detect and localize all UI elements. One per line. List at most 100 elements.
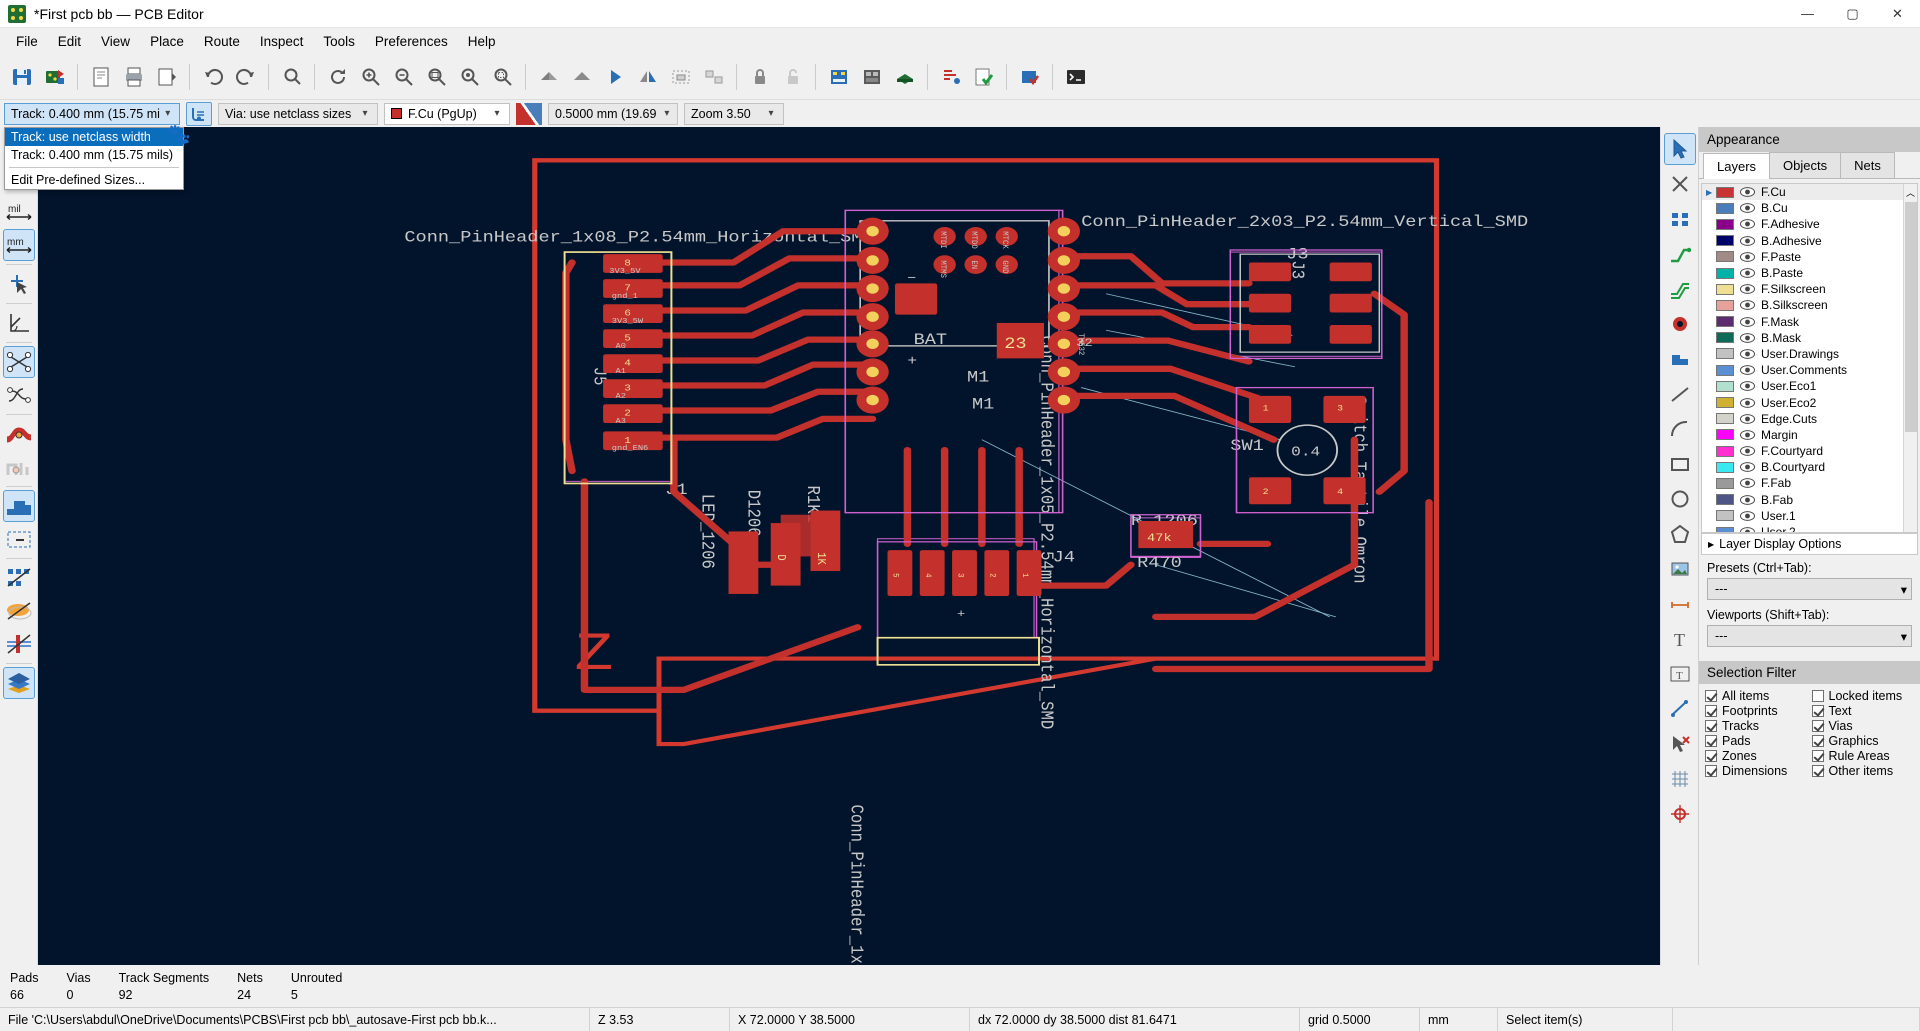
add-textbox-icon[interactable]: T — [1664, 658, 1696, 690]
eye-icon[interactable] — [1740, 430, 1756, 440]
flip-board-icon[interactable] — [533, 61, 564, 92]
add-zone-icon[interactable] — [1664, 343, 1696, 375]
grid-origin-icon[interactable] — [1664, 763, 1696, 795]
tab-objects[interactable]: Objects — [1769, 152, 1842, 178]
layer-row[interactable]: User.1 — [1702, 508, 1917, 524]
tab-layers[interactable]: Layers — [1703, 153, 1771, 179]
grid-size-combo[interactable]: 0.5000 mm (19.69 mils) ▾ — [548, 102, 678, 125]
eye-icon[interactable] — [1740, 494, 1756, 505]
layer-row[interactable]: B.Courtyard — [1702, 459, 1917, 475]
layer-color-swatch[interactable] — [1716, 299, 1734, 311]
track-width-combo[interactable]: Track: 0.400 mm (15.75 mils) ▾ — [4, 102, 180, 125]
lock-icon[interactable] — [744, 61, 775, 92]
eye-icon[interactable] — [1740, 446, 1756, 456]
zoom-objects-icon[interactable] — [454, 61, 485, 92]
layer-row[interactable]: F.Fab — [1702, 475, 1917, 491]
layer-row[interactable]: B.Silkscreen — [1702, 297, 1917, 313]
layer-color-swatch[interactable] — [1716, 267, 1734, 279]
scrollbar-thumb[interactable] — [1905, 202, 1917, 432]
zoom-area-icon[interactable] — [487, 61, 518, 92]
drc-icon[interactable] — [968, 61, 999, 92]
menu-route[interactable]: Route — [194, 31, 250, 52]
netlist-icon[interactable] — [935, 61, 966, 92]
layers-list[interactable]: ▶ F.Cu B.Cu F.Adhesive B.Adhesive F.Past… — [1701, 183, 1918, 533]
layer-color-swatch[interactable] — [1716, 461, 1734, 473]
show-ratsnest-icon[interactable] — [2, 346, 35, 378]
layer-row[interactable]: F.Adhesive — [1702, 216, 1917, 232]
delete-icon[interactable] — [1664, 728, 1696, 760]
minimize-button[interactable]: — — [1785, 0, 1830, 28]
redo-icon[interactable] — [230, 61, 261, 92]
menu-edit[interactable]: Edit — [48, 31, 91, 52]
ungroup-icon[interactable] — [698, 61, 729, 92]
filter-pads[interactable]: Pads — [1705, 734, 1808, 748]
mirror-icon[interactable] — [632, 61, 663, 92]
eye-icon[interactable] — [1740, 284, 1756, 295]
checkbox-icon[interactable] — [1705, 705, 1717, 717]
layer-color-swatch[interactable] — [1716, 380, 1734, 392]
add-text-icon[interactable]: T — [1664, 623, 1696, 655]
close-button[interactable]: ✕ — [1875, 0, 1920, 28]
place-footprint-icon[interactable] — [1664, 203, 1696, 235]
layer-row[interactable]: F.Mask — [1702, 314, 1917, 330]
sketch-pads-icon[interactable] — [3, 562, 35, 594]
zone-fill-icon[interactable] — [2, 490, 35, 522]
zoom-level-combo[interactable]: Zoom 3.50 ▾ — [684, 102, 784, 125]
net-highlight-tracks-icon[interactable] — [3, 418, 35, 450]
layer-row[interactable]: F.Silkscreen — [1702, 281, 1917, 297]
layers-scrollbar[interactable]: ︿ — [1903, 184, 1917, 532]
route-tracks-icon[interactable] — [1664, 238, 1696, 270]
rotate-cw-icon[interactable] — [599, 61, 630, 92]
checkbox-icon[interactable] — [1811, 720, 1824, 732]
menu-tools[interactable]: Tools — [313, 31, 365, 52]
filter-locked-items[interactable]: Locked items — [1811, 689, 1915, 703]
3d-viewer-icon[interactable] — [889, 61, 920, 92]
layer-row[interactable]: F.Paste — [1702, 249, 1917, 265]
checkbox-icon[interactable] — [1811, 750, 1824, 762]
filter-footprints[interactable]: Footprints — [1705, 704, 1808, 718]
layer-color-swatch[interactable] — [1716, 494, 1734, 506]
eye-icon[interactable] — [1740, 332, 1756, 343]
maximize-button[interactable]: ▢ — [1830, 0, 1875, 28]
group-icon[interactable] — [665, 61, 696, 92]
layer-row[interactable]: B.Paste — [1702, 265, 1917, 281]
plot-icon[interactable] — [151, 61, 182, 92]
find-icon[interactable] — [276, 61, 307, 92]
refresh-icon[interactable] — [322, 61, 353, 92]
add-dimension-icon[interactable] — [1664, 588, 1696, 620]
via-size-combo[interactable]: Via: use netclass sizes ▾ — [218, 102, 378, 125]
filter-text[interactable]: Text — [1811, 704, 1915, 718]
layer-color-swatch[interactable] — [1716, 332, 1734, 344]
layer-color-swatch[interactable] — [1716, 397, 1734, 409]
menu-file[interactable]: File — [6, 31, 48, 52]
add-arc-icon[interactable] — [1664, 413, 1696, 445]
rotate-ccw-icon[interactable] — [566, 61, 597, 92]
footprint-checker-icon[interactable] — [1014, 61, 1045, 92]
layer-row[interactable]: B.Adhesive — [1702, 233, 1917, 249]
layer-color-swatch[interactable] — [1716, 445, 1734, 457]
layer-color-swatch[interactable] — [1716, 413, 1734, 425]
eye-icon[interactable] — [1740, 478, 1756, 489]
layer-row[interactable]: B.Cu — [1702, 200, 1917, 216]
units-mils-icon[interactable]: mil — [3, 196, 35, 228]
checkbox-icon[interactable] — [1705, 720, 1717, 732]
menu-inspect[interactable]: Inspect — [250, 31, 314, 52]
add-circle-icon[interactable] — [1664, 483, 1696, 515]
layer-color-swatch[interactable] — [1716, 316, 1734, 328]
sketch-vias-icon[interactable] — [3, 628, 35, 660]
filter-other-items[interactable]: Other items — [1811, 764, 1915, 778]
layer-row[interactable]: B.Fab — [1702, 492, 1917, 508]
scripting-console-icon[interactable] — [1060, 61, 1091, 92]
viewports-comb[interactable]: --- ▾ — [1707, 625, 1912, 647]
layer-row[interactable]: B.Mask — [1702, 330, 1917, 346]
layer-row[interactable]: User.Eco1 — [1702, 378, 1917, 394]
eye-icon[interactable] — [1740, 365, 1756, 376]
layers-manager-icon[interactable] — [2, 667, 35, 699]
layer-color-swatch[interactable] — [1716, 364, 1734, 376]
layer-row[interactable]: User.Eco2 — [1702, 394, 1917, 410]
set-origin-icon[interactable] — [3, 307, 35, 339]
checkbox-icon[interactable] — [1811, 705, 1824, 717]
add-via-icon[interactable] — [1664, 308, 1696, 340]
filter-dimensions[interactable]: Dimensions — [1705, 764, 1808, 778]
eye-icon[interactable] — [1740, 219, 1756, 230]
